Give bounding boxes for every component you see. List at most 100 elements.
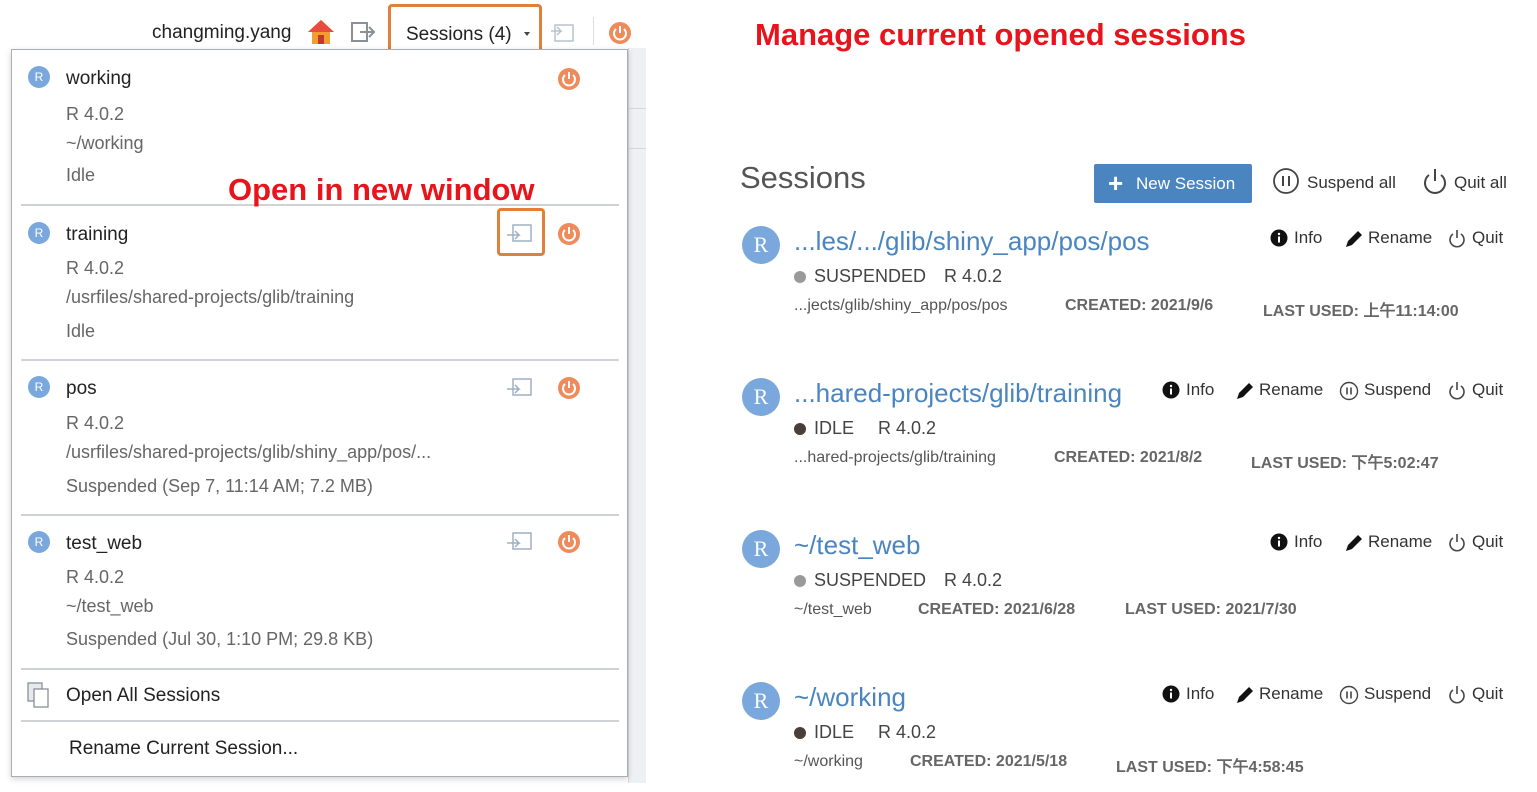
suspend-button[interactable]: Suspend — [1339, 682, 1435, 708]
r-logo-icon: R — [742, 682, 780, 720]
quit-label: Quit — [1472, 380, 1504, 399]
pause-icon — [1273, 168, 1299, 194]
info-label: Info — [1294, 228, 1323, 247]
pause-icon — [1339, 381, 1359, 401]
session-version: R 4.0.2 — [66, 567, 125, 587]
new-session-button[interactable]: + New Session — [1094, 164, 1252, 203]
session-status: Idle — [66, 165, 96, 185]
session-project-path: ~/test_web — [794, 601, 872, 618]
session-path: ~/working — [66, 133, 144, 153]
pencil-icon — [1346, 231, 1362, 247]
background-panel — [628, 48, 646, 783]
created-date: CREATED: 2021/9/6 — [1065, 297, 1214, 314]
session-status: Suspended (Sep 7, 11:14 AM; 7.2 MB) — [66, 476, 373, 496]
info-label: Info — [1186, 380, 1215, 399]
status-dot — [794, 423, 806, 435]
quit-all-label: Quit all — [1454, 173, 1507, 192]
session-name: test_web — [66, 533, 143, 554]
quit-label: Quit — [1472, 684, 1504, 703]
session-version: R 4.0.2 — [66, 413, 125, 433]
status-dot — [794, 271, 806, 283]
info-label: Info — [1186, 684, 1215, 703]
info-button[interactable]: Info — [1270, 226, 1330, 252]
pencil-icon — [1346, 535, 1362, 551]
info-button[interactable]: Info — [1162, 378, 1222, 404]
power-icon[interactable] — [608, 21, 632, 45]
power-icon[interactable] — [557, 67, 581, 91]
session-path-link[interactable]: ~/test_web — [794, 530, 920, 561]
info-label: Info — [1294, 532, 1323, 551]
quit-label: Quit — [1472, 532, 1504, 551]
r-version: R 4.0.2 — [878, 722, 937, 742]
rename-button[interactable]: Rename — [1344, 530, 1436, 556]
quit-button[interactable]: Quit — [1448, 530, 1514, 556]
r-logo-icon: R — [742, 378, 780, 416]
session-status: Idle — [66, 321, 96, 341]
session-path-link[interactable]: ~/working — [794, 682, 906, 713]
suspend-all-button[interactable]: Suspend all — [1272, 167, 1402, 199]
rename-button[interactable]: Rename — [1235, 378, 1327, 404]
rename-label: Rename — [1368, 228, 1433, 247]
rename-button[interactable]: Rename — [1344, 226, 1436, 252]
session-row: R ...les/.../glib/shiny_app/pos/pos Info… — [742, 226, 1532, 336]
session-row: R ~/test_web Info Rename Quit SUSPENDED … — [742, 530, 1532, 640]
session-version: R 4.0.2 — [66, 258, 125, 278]
r-version: R 4.0.2 — [878, 418, 937, 438]
quit-button[interactable]: Quit — [1448, 226, 1514, 252]
session-version: R 4.0.2 — [66, 104, 125, 124]
open-new-window-icon[interactable] — [505, 377, 535, 399]
session-path-link[interactable]: ...hared-projects/glib/training — [794, 378, 1122, 409]
new-window-icon[interactable] — [549, 23, 577, 45]
open-new-window-icon[interactable] — [505, 531, 535, 553]
new-session-label: New Session — [1136, 174, 1236, 193]
session-menu-item[interactable]: R pos R 4.0.2 /usrfiles/shared-projects/… — [12, 361, 629, 515]
quit-all-button[interactable]: Quit all — [1421, 167, 1521, 199]
status-dot — [794, 575, 806, 587]
session-path-link[interactable]: ...les/.../glib/shiny_app/pos/pos — [794, 226, 1150, 257]
info-icon — [1162, 381, 1180, 399]
info-icon — [1270, 229, 1288, 247]
pencil-icon — [1237, 687, 1253, 703]
quit-button[interactable]: Quit — [1448, 682, 1514, 708]
open-all-sessions-label: Open All Sessions — [66, 685, 221, 706]
info-button[interactable]: Info — [1270, 530, 1330, 556]
copy-windows-icon — [27, 682, 49, 708]
quit-button[interactable]: Quit — [1448, 378, 1514, 404]
power-icon[interactable] — [557, 222, 581, 246]
suspend-button[interactable]: Suspend — [1339, 378, 1435, 404]
r-version: R 4.0.2 — [944, 266, 1003, 286]
rename-current-session-item[interactable]: Rename Current Session... — [12, 722, 629, 776]
created-date: CREATED: 2021/8/2 — [1054, 449, 1203, 466]
session-name: training — [66, 224, 129, 245]
open-all-sessions-item[interactable]: Open All Sessions — [12, 670, 629, 720]
status-badge: IDLE — [814, 722, 855, 742]
session-menu-item[interactable]: R test_web R 4.0.2 ~/test_web Suspended … — [12, 516, 629, 668]
rename-label: Rename — [1368, 532, 1433, 551]
rename-button[interactable]: Rename — [1235, 682, 1327, 708]
rename-label: Rename — [1259, 684, 1324, 703]
power-icon[interactable] — [557, 376, 581, 400]
info-button[interactable]: Info — [1162, 682, 1222, 708]
rstudio-panel: changming.yang Sessions (4) R working R … — [0, 0, 650, 791]
home-icon[interactable] — [306, 18, 336, 46]
last-used: LAST USED: 2021/7/30 — [1125, 601, 1297, 618]
suspend-label: Suspend — [1364, 684, 1432, 703]
last-used: LAST USED: 下午4:58:45 — [1116, 759, 1304, 776]
session-row: R ...hared-projects/glib/training Info R… — [742, 378, 1532, 488]
rename-label: Rename — [1259, 380, 1324, 399]
annotation-manage-sessions: Manage current opened sessions — [755, 17, 1246, 52]
pause-icon — [1339, 685, 1359, 705]
quit-label: Quit — [1472, 228, 1504, 247]
toolbar-divider — [593, 17, 594, 45]
username: changming.yang — [152, 22, 292, 43]
session-path: /usrfiles/shared-projects/glib/shiny_app… — [66, 442, 432, 462]
r-logo-icon: R — [28, 376, 50, 398]
power-icon — [1449, 686, 1465, 704]
session-row: R ~/working Info Rename Suspend Quit IDL… — [742, 682, 1532, 792]
sign-out-icon[interactable] — [350, 21, 376, 43]
rename-current-session-label: Rename Current Session... — [69, 738, 299, 759]
power-icon[interactable] — [557, 530, 581, 554]
info-icon — [1162, 685, 1180, 703]
r-version: R 4.0.2 — [944, 570, 1003, 590]
page-title: Sessions — [740, 160, 866, 195]
